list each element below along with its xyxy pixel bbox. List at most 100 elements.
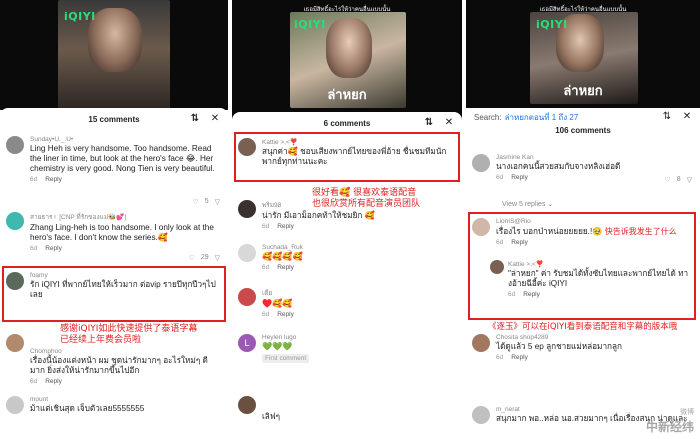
comment-username[interactable]: Chosita shop4289	[496, 334, 694, 341]
comment-sheet: Search: ล่าหยกตอนที่ 1 ถึง 27 ⇅ ✕ 106 co…	[466, 108, 700, 439]
avatar[interactable]	[238, 138, 256, 156]
view-replies-link[interactable]: View 5 replies ⌄	[502, 200, 553, 208]
chinese-inline-annotation: 快告诉我发生了什么	[604, 227, 677, 236]
reply-button[interactable]: Reply	[45, 245, 62, 252]
avatar[interactable]	[238, 200, 256, 218]
avatar[interactable]	[238, 288, 256, 306]
reply-item: Kattie >,<❣️ "ล่าหยก" ค่า รับชมได้ทั้งซั…	[490, 260, 694, 298]
reply-button[interactable]: Reply	[523, 291, 540, 298]
like-icon[interactable]: ♡	[189, 254, 195, 262]
comment-item: Chomphoo เรื่องนี้น้องแต่งหน้า ผม ชุดน่า…	[6, 334, 222, 385]
close-icon[interactable]: ✕	[444, 118, 454, 128]
comment-username[interactable]: m_nerat	[496, 406, 694, 413]
chinese-annotation: 《逐玉》可以在iQIYI看到泰语配音和字幕的版本哦	[488, 322, 678, 332]
reply-button[interactable]: Reply	[277, 223, 294, 230]
comment-time: 6d	[30, 176, 38, 183]
comment-text: 🥰🥰🥰🥰	[262, 252, 303, 261]
avatar[interactable]	[472, 218, 490, 236]
comment-username[interactable]: foamy	[30, 272, 222, 279]
reply-button[interactable]: Reply	[277, 264, 294, 271]
comment-text: ได้ดูแล้ว 5 ep ลูกชายแม่หล่อมากลูก	[496, 342, 622, 351]
comment-item: mount ม้าแต่เชินสุด เจ็บตัวเลย5555555	[6, 396, 222, 414]
video-player[interactable]: เธอมีสิทธิ์อะไรให้ว่าคนอื่นแบบนั้น iQIYI…	[232, 0, 462, 120]
comment-text: ♥️🥰🥰	[262, 299, 293, 308]
sort-icon[interactable]: ⇅	[190, 114, 200, 124]
comment-count-header: 6 comments ⇅ ✕	[232, 112, 462, 134]
dislike-icon[interactable]: ▽	[687, 176, 692, 184]
iqiyi-logo: iQIYI	[64, 10, 96, 23]
avatar[interactable]	[6, 272, 24, 290]
comment-count: 15 comments	[88, 114, 140, 124]
like-icon[interactable]: ♡	[664, 176, 670, 184]
avatar[interactable]	[472, 406, 490, 424]
comment-username[interactable]: Heylen lugo	[262, 334, 456, 341]
dislike-icon[interactable]: ▽	[215, 254, 220, 262]
comment-username[interactable]: เดีย	[262, 288, 456, 298]
comment-text: ม้าแต่เชินสุด เจ็บตัวเลย5555555	[30, 404, 145, 413]
avatar[interactable]	[490, 260, 504, 274]
comment-text: นางเอกคนนี้สวยสมกับจางหลิงเฮ่อดี	[496, 162, 621, 171]
comment-time: 6d	[496, 354, 504, 361]
comment-text: Ling Heh is very handsome. Too handsome.…	[30, 144, 215, 173]
dislike-icon[interactable]: ▽	[215, 198, 220, 206]
sort-icon[interactable]: ⇅	[424, 118, 434, 128]
series-title: ล่าหยก	[327, 88, 367, 103]
avatar[interactable]	[238, 396, 256, 414]
comment-item: Jasmine Kan นางเอกคนนี้สวยสมกับจางหลิงเฮ…	[472, 154, 694, 184]
comment-username[interactable]: พริม98	[262, 200, 456, 210]
comment-item-highlighted: foamy รัก iQIYI ที่พากย์ไทยให้เร็วมาก ต่…	[6, 272, 222, 300]
comment-text: เลิฟๆ	[262, 412, 281, 421]
sort-icon[interactable]: ⇅	[662, 112, 672, 122]
avatar[interactable]	[472, 334, 490, 352]
comment-time: 6d	[262, 311, 270, 318]
comment-item: สายธาร♀ [CNP ที่รักของแม่🐝💕] Zhang Ling-…	[6, 212, 222, 262]
iqiyi-logo: iQIYI	[294, 18, 326, 31]
avatar[interactable]: L	[238, 334, 256, 352]
comment-item: พริม98 น่ารัก มีเอาม็อกคท้าให้ชมยิก 🥰 6d…	[238, 200, 456, 230]
comment-text-thai: เรื่องไร บอกป่าหน่อยยยยย.!🥹	[496, 227, 603, 236]
first-comment-badge: First comment	[262, 354, 310, 363]
reply-button[interactable]: Reply	[277, 311, 294, 318]
close-icon[interactable]: ✕	[210, 114, 220, 124]
comment-username[interactable]: Sunday•U._.U•	[30, 136, 222, 143]
comment-item: เดีย ♥️🥰🥰 6d Reply	[238, 288, 456, 318]
comment-sheet: 15 comments ⇅ ✕ Sunday•U._.U• Ling Heh i…	[0, 108, 228, 439]
reply-button[interactable]: Reply	[45, 176, 62, 183]
panel-1: iQIYI 15 comments ⇅ ✕ Sunday•U._.U• Ling…	[0, 0, 228, 439]
search-bar[interactable]: Search: ล่าหยกตอนที่ 1 ถึง 27 ⇅ ✕	[466, 108, 700, 126]
search-query[interactable]: ล่าหยกตอนที่ 1 ถึง 27	[505, 111, 579, 124]
video-player[interactable]: iQIYI	[0, 0, 228, 110]
comment-username[interactable]: สายธาร♀ [CNP ที่รักของแม่🐝💕]	[30, 212, 222, 222]
avatar[interactable]	[6, 212, 24, 230]
comment-username[interactable]: Kattie >,<❣️	[508, 260, 694, 268]
avatar[interactable]	[6, 136, 24, 154]
comment-sheet: 6 comments ⇅ ✕ Kattie >,<❣️ สนุกค่า🥰 ชอบ…	[232, 112, 462, 439]
avatar[interactable]	[472, 154, 490, 172]
comment-text: รัก iQIYI ที่พากย์ไทยให้เร็วมาก ต่อvip ร…	[30, 280, 216, 299]
comment-username[interactable]: Chomphoo	[30, 348, 222, 355]
avatar[interactable]	[6, 396, 24, 414]
avatar[interactable]	[6, 334, 24, 352]
comment-text: เรื่องไร บอกป่าหน่อยยยยย.!🥹 快告诉我发生了什么	[496, 226, 694, 237]
comment-text: Zhang Ling-heh is too handsome. I only l…	[30, 223, 214, 242]
comment-username[interactable]: Suchada_Ruk	[262, 244, 456, 251]
comment-username[interactable]: Jasmine Kan	[496, 154, 694, 161]
reply-button[interactable]: Reply	[511, 174, 528, 181]
video-player[interactable]: เธอมีสิทธิ์อะไรให้ว่าคนอื่นแบบนั้น iQIYI…	[466, 0, 700, 108]
comment-username[interactable]: LionIS@Rio	[496, 218, 694, 225]
reply-button[interactable]: Reply	[511, 354, 528, 361]
reply-button[interactable]: Reply	[511, 239, 528, 246]
search-label: Search:	[474, 112, 502, 122]
close-icon[interactable]: ✕	[682, 112, 692, 122]
watermark: 中新经纬	[645, 420, 694, 434]
comment-count-header: 15 comments ⇅ ✕	[0, 108, 228, 130]
reply-button[interactable]: Reply	[45, 378, 62, 385]
comment-text: น่ารัก มีเอาม็อกคท้าให้ชมยิก 🥰	[262, 211, 375, 220]
like-icon[interactable]: ♡	[192, 198, 198, 206]
like-count: 8	[676, 176, 681, 183]
comment-username[interactable]: Kattie >,<❣️	[262, 138, 456, 146]
comment-username[interactable]: mount	[30, 396, 222, 403]
avatar[interactable]	[238, 244, 256, 262]
comment-item: Sunday•U._.U• Ling Heh is very handsome.…	[6, 136, 222, 206]
panel-2: เธอมีสิทธิ์อะไรให้ว่าคนอื่นแบบนั้น iQIYI…	[232, 0, 462, 439]
